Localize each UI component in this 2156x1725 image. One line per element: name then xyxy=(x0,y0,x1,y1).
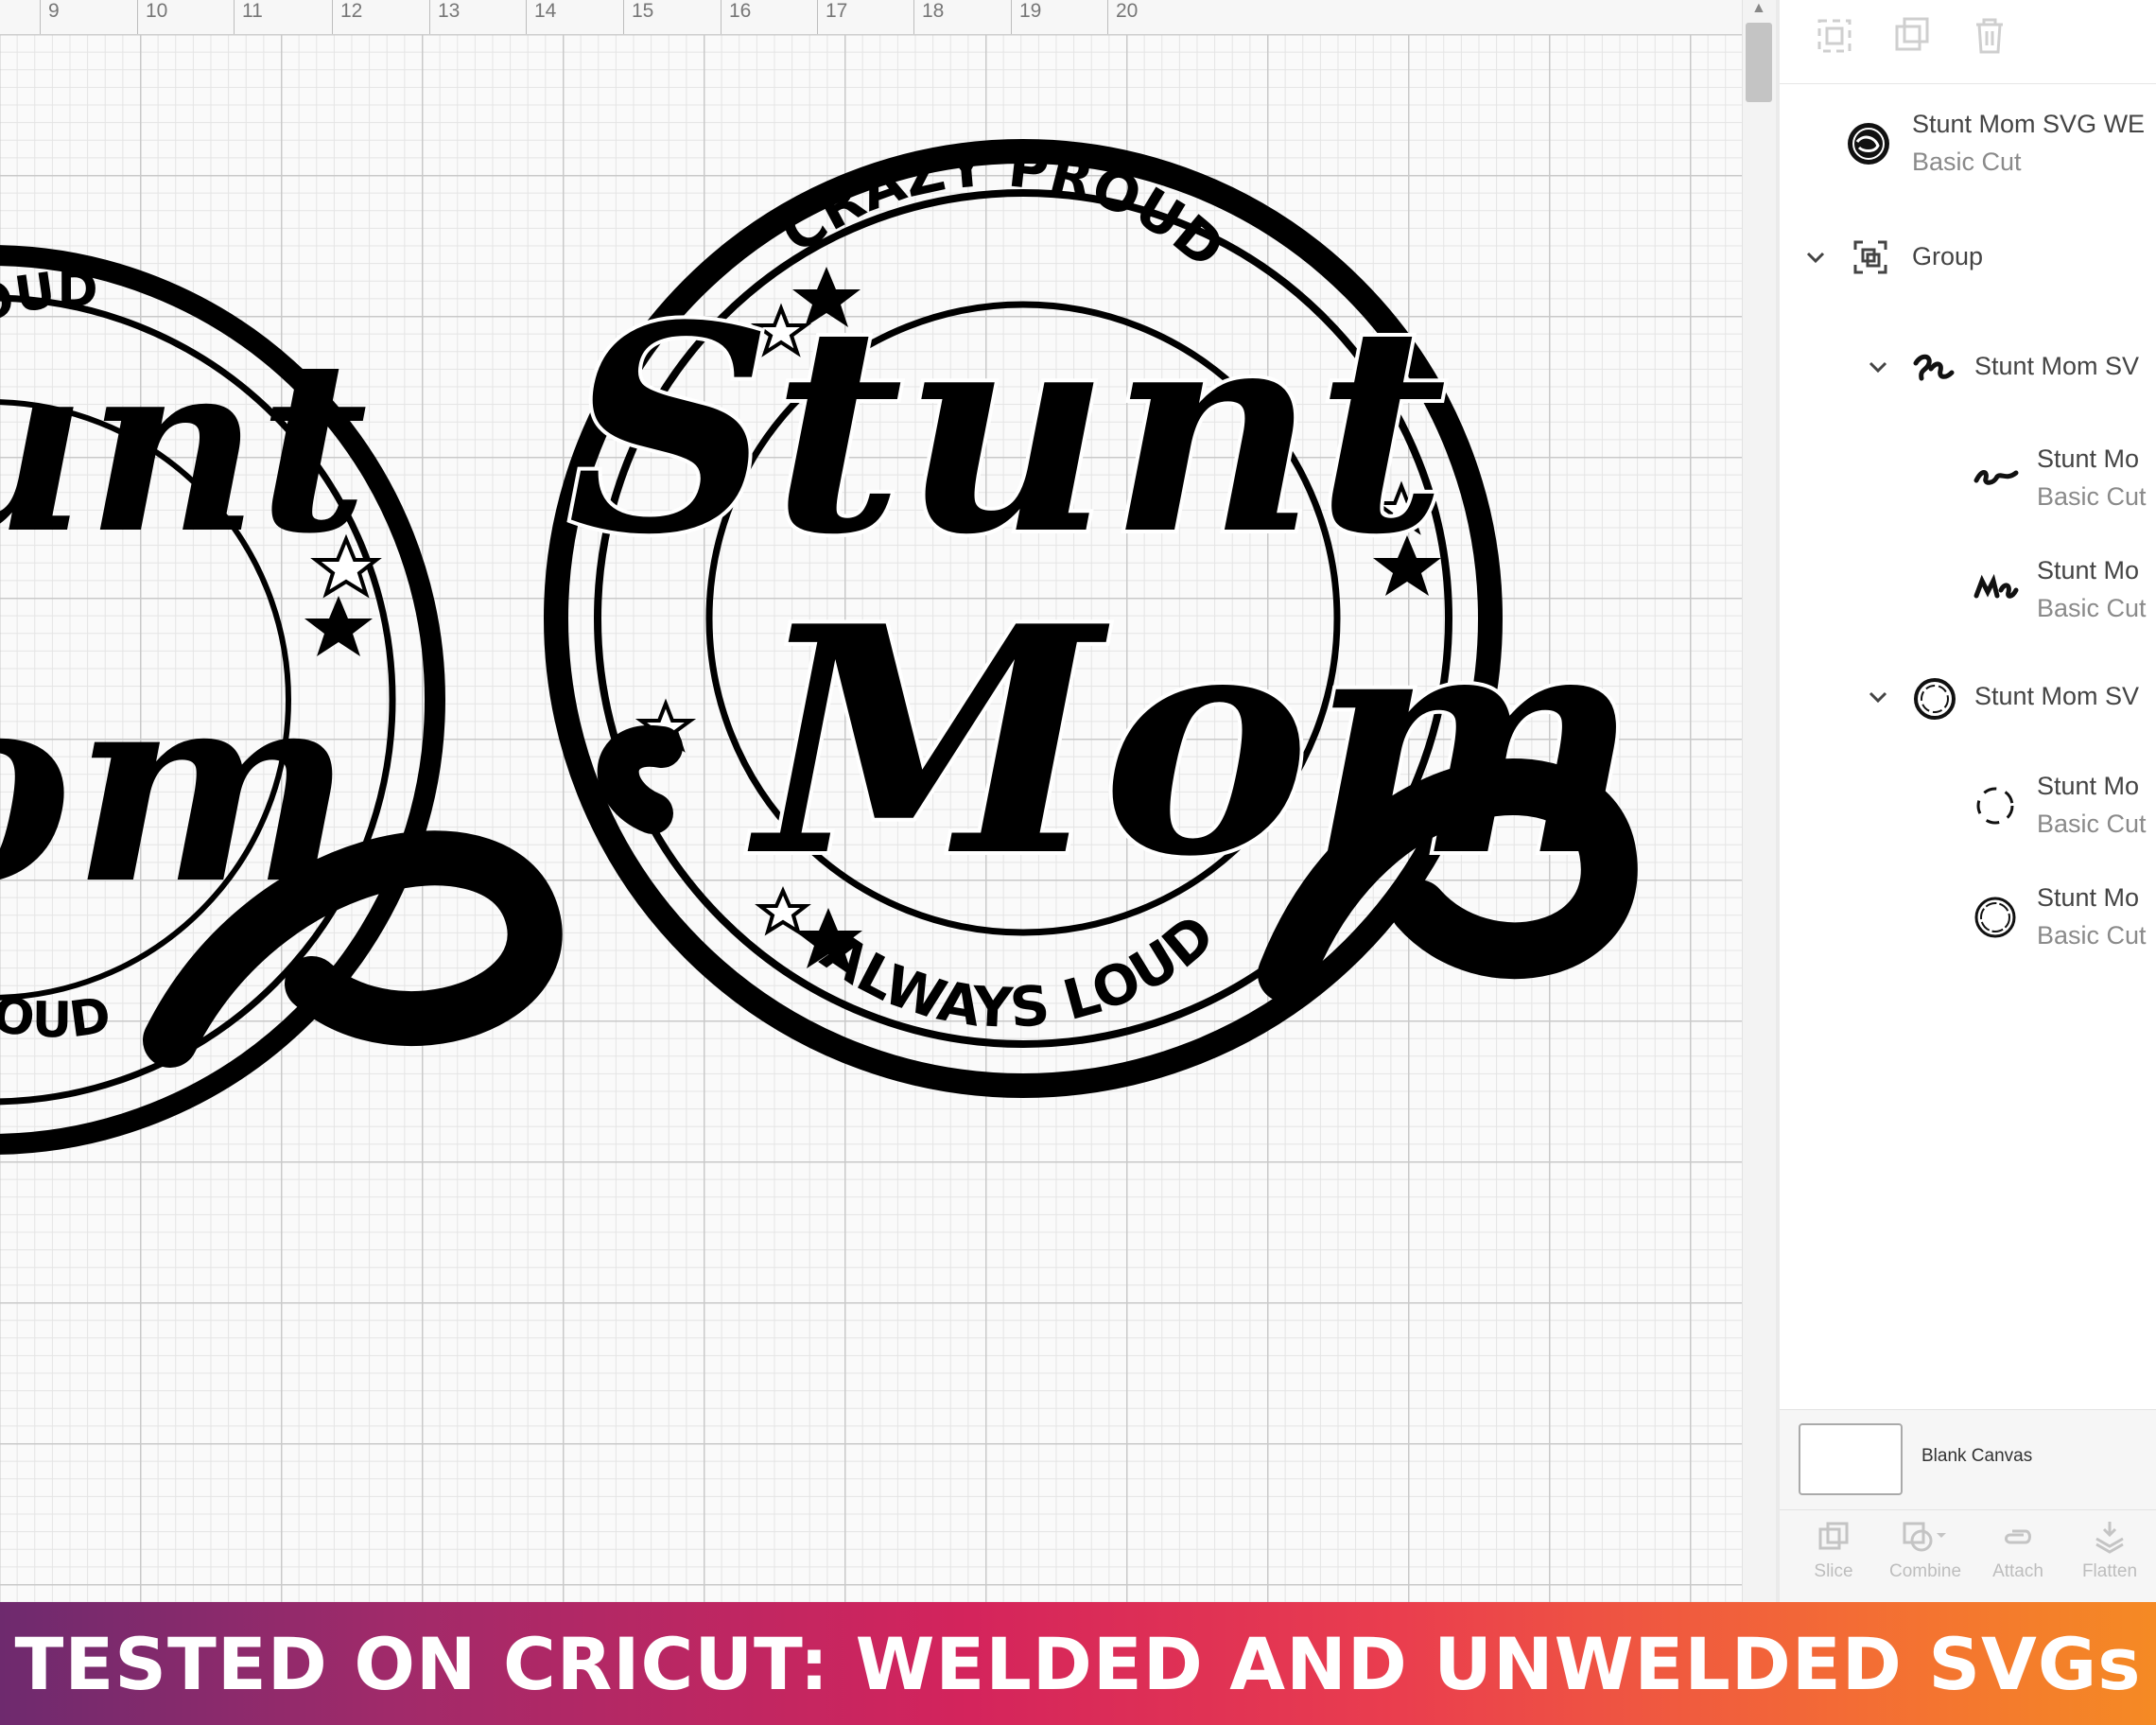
horizontal-ruler: 9 10 11 12 13 14 15 16 17 18 19 20 xyxy=(0,0,1742,35)
layer-item-group[interactable]: Group xyxy=(1780,227,2156,293)
ruler-tick: 20 xyxy=(1107,0,1138,34)
flatten-button[interactable]: Flatten xyxy=(2063,1510,2156,1582)
combine-label: Combine xyxy=(1888,1561,1962,1581)
ruler-label: 18 xyxy=(922,0,945,22)
layer-name: Stunt Mo xyxy=(2037,883,2140,912)
partial-script-word-1: unt xyxy=(0,307,368,585)
layer-name: Stunt Mom SV xyxy=(1974,352,2140,380)
ruler-tick: 13 xyxy=(429,0,460,34)
layer-operation: Basic Cut xyxy=(2037,482,2147,511)
scrollbar-thumb[interactable] xyxy=(1746,23,1772,102)
ruler-label: 17 xyxy=(826,0,848,22)
stunt-mom-logo[interactable]: CRAZY PROUD ALWAYS LOUD Stunt Mom xyxy=(544,134,1644,1098)
chevron-down-icon[interactable] xyxy=(1802,244,1829,270)
ruler-label: 13 xyxy=(438,0,461,22)
script-thumb-icon xyxy=(1912,350,1956,392)
mom-word-thumb-icon xyxy=(1973,573,2020,606)
partial-logo-left[interactable]: ROUD LOUD unt om xyxy=(0,245,563,1155)
ruler-tick: 18 xyxy=(913,0,944,34)
group-icon xyxy=(1852,238,1889,281)
design-canvas[interactable]: 9 10 11 12 13 14 15 16 17 18 19 20 ROUD xyxy=(0,0,1742,1602)
ruler-tick: 11 xyxy=(234,0,263,34)
layer-item[interactable]: Stunt Mo Basic Cut xyxy=(1780,876,2156,970)
circle-thumb-icon xyxy=(1973,895,2018,945)
slice-button[interactable]: Slice xyxy=(1797,1510,1870,1582)
layer-name: Stunt Mo xyxy=(2037,556,2140,584)
ruler-label: 12 xyxy=(340,0,363,22)
arc-thumb-icon xyxy=(1973,783,2018,833)
chevron-down-icon[interactable] xyxy=(1865,354,1891,380)
ruler-tick: 17 xyxy=(817,0,847,34)
canvas-color-swatch[interactable] xyxy=(1799,1423,1903,1495)
chevron-down-icon[interactable] xyxy=(1865,684,1891,710)
layer-item[interactable]: Stunt Mo Basic Cut xyxy=(1780,764,2156,859)
attach-button[interactable]: Attach xyxy=(1980,1510,2056,1582)
ruler-label: 14 xyxy=(534,0,557,22)
ruler-tick: 14 xyxy=(526,0,556,34)
stunt-word-thumb-icon xyxy=(1973,462,2020,495)
script-word-mom: Mom xyxy=(747,558,1641,925)
layer-name: Stunt Mom SV xyxy=(1974,682,2140,710)
ring-thumb-icon xyxy=(1912,676,1957,726)
round-logo-thumb-icon xyxy=(1846,121,1891,171)
layer-item-subgroup[interactable]: Stunt Mom SV xyxy=(1780,337,2156,403)
design-artwork[interactable]: ROUD LOUD unt om CRAZY PROUD ALWAYS LOUD xyxy=(0,0,1742,1602)
layer-item[interactable]: Stunt Mo Basic Cut xyxy=(1780,547,2156,641)
layer-operation: Basic Cut xyxy=(2037,594,2147,622)
delete-icon[interactable] xyxy=(1969,15,2010,57)
ruler-label: 15 xyxy=(632,0,654,22)
ruler-label: 10 xyxy=(146,0,168,22)
ruler-tick: 10 xyxy=(137,0,167,34)
ruler-tick: 15 xyxy=(623,0,653,34)
ruler-label: 11 xyxy=(242,0,263,22)
layer-operation: Basic Cut xyxy=(2037,921,2147,950)
layers-action-bar: Slice Combine Attach Flatten xyxy=(1780,1509,2156,1602)
layer-name: Group xyxy=(1912,242,1984,270)
layers-toolbar xyxy=(1780,0,2156,84)
layer-operation: Basic Cut xyxy=(1912,148,2022,176)
ruler-tick: 19 xyxy=(1011,0,1041,34)
layer-item-subgroup[interactable]: Stunt Mom SV xyxy=(1780,667,2156,733)
ruler-label: 20 xyxy=(1116,0,1139,22)
combine-button[interactable]: Combine xyxy=(1878,1510,1973,1582)
top-arc-text: CRAZY PROUD xyxy=(769,134,1237,281)
flatten-label: Flatten xyxy=(2081,1561,2138,1581)
layer-item[interactable]: Stunt Mom SVG WE Basic Cut xyxy=(1780,95,2156,189)
duplicate-icon[interactable] xyxy=(1891,15,1933,57)
ruler-tick: 12 xyxy=(332,0,362,34)
promo-banner: TESTED ON CRICUT: WELDED AND UNWELDED SV… xyxy=(0,1602,2156,1725)
ruler-tick: 16 xyxy=(721,0,751,34)
layer-name: Stunt Mo xyxy=(2037,772,2140,800)
blank-canvas-label: Blank Canvas xyxy=(1921,1446,2033,1466)
slice-icon xyxy=(1818,1522,1849,1550)
banner-text: TESTED ON CRICUT: WELDED AND UNWELDED SV… xyxy=(14,1621,2142,1706)
attach-icon xyxy=(2005,1529,2031,1544)
ruler-tick: 9 xyxy=(40,0,60,34)
ruler-label: 9 xyxy=(48,0,60,22)
blank-canvas-layer[interactable]: Blank Canvas xyxy=(1780,1409,2156,1510)
ruler-label: 19 xyxy=(1019,0,1042,22)
combine-icon xyxy=(1903,1522,1946,1552)
slice-label: Slice xyxy=(1814,1561,1853,1581)
layer-item[interactable]: Stunt Mo Basic Cut xyxy=(1780,435,2156,530)
layer-name: Stunt Mom SVG WE xyxy=(1912,110,2146,138)
layer-operation: Basic Cut xyxy=(2037,810,2147,838)
group-icon[interactable] xyxy=(1814,15,1855,57)
vertical-scrollbar[interactable] xyxy=(1742,0,1777,1602)
scroll-up-arrow-icon[interactable]: ▲ xyxy=(1751,0,1766,17)
script-word-stunt: Stunt xyxy=(567,263,1447,597)
layer-name: Stunt Mo xyxy=(2037,444,2140,473)
attach-label: Attach xyxy=(1992,1561,2043,1581)
ruler-label: 16 xyxy=(729,0,752,22)
flatten-icon xyxy=(2095,1522,2124,1554)
layers-panel: Stunt Mom SVG WE Basic Cut Group Stunt M… xyxy=(1780,0,2156,1602)
